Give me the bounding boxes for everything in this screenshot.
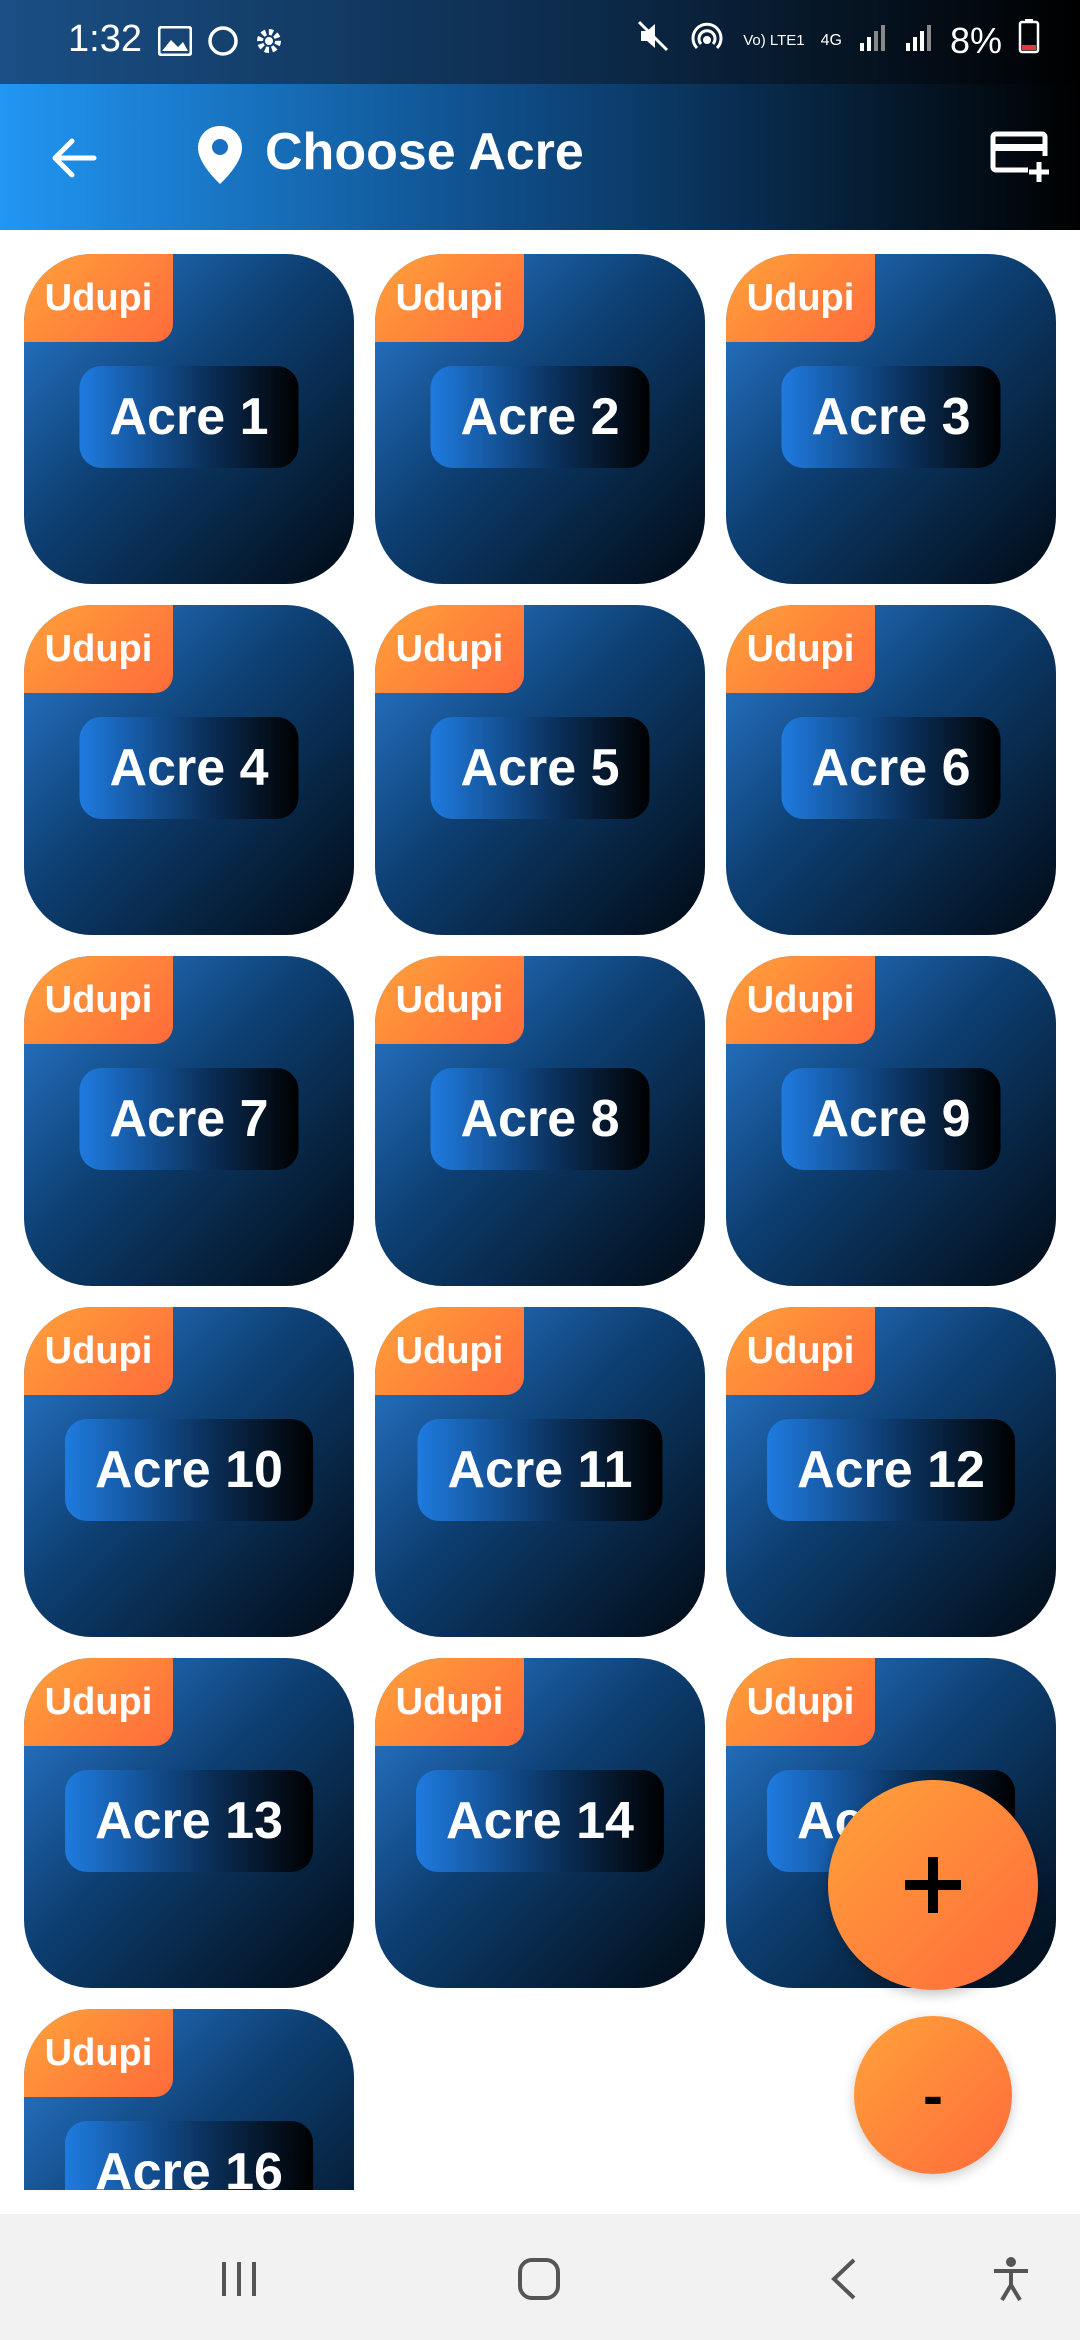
acre-label: Acre 10 [65,1419,313,1521]
add-card-button[interactable] [990,130,1050,184]
signal-icon [858,20,888,62]
location-badge: Udupi [726,956,875,1044]
acre-label: Acre 8 [430,1068,650,1170]
home-button[interactable] [514,2254,564,2304]
acre-label: Acre 11 [417,1419,663,1521]
acre-tile[interactable]: Udupi Acre 2 [375,254,705,584]
recents-icon [222,2262,256,2296]
location-badge: Udupi [24,605,173,693]
acre-tile[interactable]: Udupi Acre 8 [375,956,705,1286]
acre-label: Acre 13 [65,1770,313,1872]
acre-label: Acre 14 [416,1770,664,1872]
acre-tile[interactable]: Udupi Acre 10 [24,1307,354,1637]
remove-acre-button[interactable]: - [854,2016,1012,2174]
accessibility-button[interactable] [986,2254,1036,2304]
status-bar: 1:32 Vo) LTE1 4G 8% [0,0,1080,84]
acre-tile[interactable]: Udupi Acre 13 [24,1658,354,1988]
location-pin-icon [196,124,244,186]
battery-icon [1018,18,1040,63]
network-gen: 4G [820,31,842,49]
acre-label: Acre 16 [65,2121,313,2190]
acre-tile[interactable]: Udupi Acre 12 [726,1307,1056,1637]
hotspot-icon [687,18,727,63]
location-badge: Udupi [726,1307,875,1395]
location-badge: Udupi [24,1307,173,1395]
volte-label: Vo) LTE1 [743,31,805,49]
page-title: Choose Acre [265,123,584,181]
status-right: Vo) LTE1 4G 8% [635,18,1040,63]
location-badge: Udupi [726,254,875,342]
circle-icon [206,22,240,60]
acre-label: Acre 12 [767,1419,1015,1521]
acre-label: Acre 7 [79,1068,299,1170]
acre-tile[interactable]: Udupi Acre 11 [375,1307,705,1637]
acre-tile[interactable]: Udupi Acre 4 [24,605,354,935]
battery-percent: 8% [949,19,1002,61]
acre-tile[interactable]: Udupi Acre 7 [24,956,354,1286]
status-time: 1:32 [68,18,142,60]
gallery-icon [158,22,192,60]
acre-tile[interactable]: Udupi Acre 3 [726,254,1056,584]
location-badge: Udupi [726,1658,875,1746]
acre-label: Acre 3 [781,366,1001,468]
add-card-icon [990,131,1049,182]
location-badge: Udupi [375,254,524,342]
back-button[interactable] [44,128,104,188]
recents-button[interactable] [214,2254,264,2304]
back-nav-button[interactable] [820,2254,870,2304]
location-badge: Udupi [375,1658,524,1746]
acre-tile[interactable]: Udupi Acre 6 [726,605,1056,935]
acre-label: Acre 5 [430,717,650,819]
acre-label: Acre 6 [781,717,1001,819]
location-badge: Udupi [375,1307,524,1395]
location-badge: Udupi [375,605,524,693]
accessibility-icon [994,2257,1028,2302]
add-acre-button[interactable]: + [828,1780,1038,1990]
acre-tile[interactable]: Udupi Acre 1 [24,254,354,584]
location-badge: Udupi [726,605,875,693]
plus-icon [905,1857,961,1913]
acre-tile[interactable]: Udupi Acre 14 [375,1658,705,1988]
acre-label: Acre 9 [781,1068,1001,1170]
location-badge: Udupi [24,254,173,342]
system-nav-bar [0,2214,1080,2340]
location-badge: Udupi [375,956,524,1044]
location-badge: Udupi [24,2009,173,2097]
acre-tile[interactable]: Udupi Acre 5 [375,605,705,935]
remove-acre-label: - [923,2061,943,2129]
arrow-left-icon [52,138,97,178]
settings-icon [252,22,286,60]
mute-icon [635,18,671,63]
location-badge: Udupi [24,956,173,1044]
acre-tile[interactable]: Udupi Acre 9 [726,956,1056,1286]
acre-tile[interactable]: Udupi Acre 16 [24,2009,354,2190]
acre-label: Acre 4 [79,717,299,819]
chevron-left-icon [831,2258,856,2300]
app-bar: Choose Acre [0,84,1080,230]
location-badge: Udupi [24,1658,173,1746]
acre-label: Acre 2 [430,366,650,468]
acre-label: Acre 1 [79,366,299,468]
signal-icon-2 [904,20,934,62]
home-icon [518,2258,560,2300]
